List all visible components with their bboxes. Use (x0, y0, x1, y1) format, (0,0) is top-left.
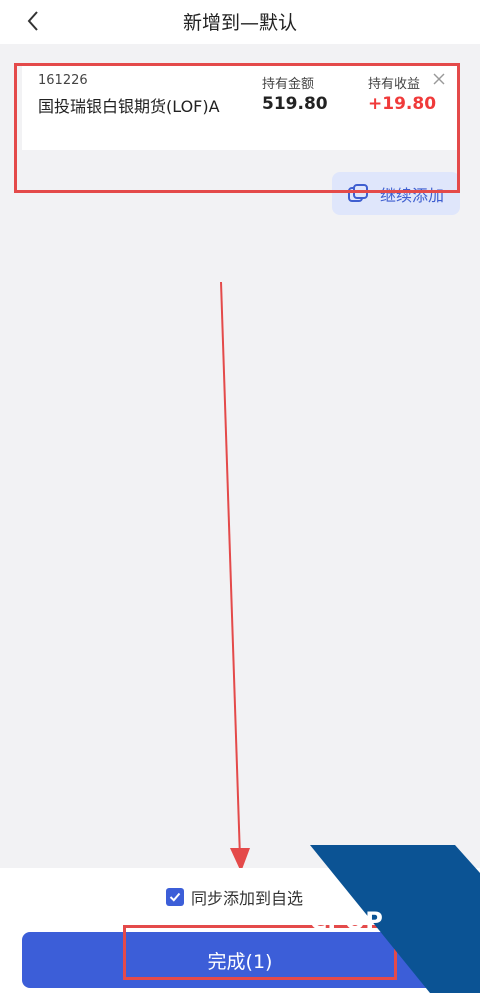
watermark-logo: PCPOP (300, 845, 480, 993)
sync-label: 同步添加到自选 (191, 889, 304, 908)
sync-option[interactable]: 同步添加到自选 (166, 885, 303, 909)
svg-text:PCPOP: PCPOP (300, 907, 383, 935)
check-icon (169, 892, 181, 902)
sync-checkbox[interactable] (166, 888, 184, 906)
